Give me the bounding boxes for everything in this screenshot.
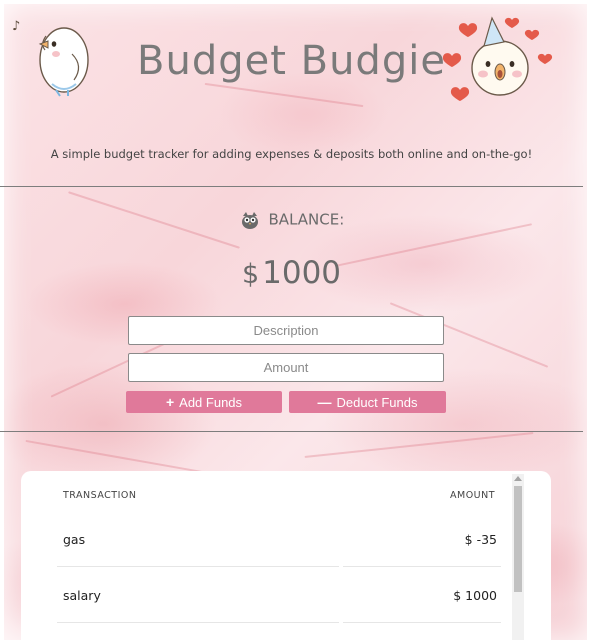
column-header-amount: AMOUNT (450, 490, 496, 501)
amount-input[interactable] (128, 353, 444, 382)
balance-label: BALANCE: (268, 210, 345, 229)
minus-icon: — (317, 394, 332, 410)
add-funds-button[interactable]: + Add Funds (126, 391, 282, 413)
table-row-amount: $ -35 (464, 532, 497, 547)
column-header-transaction: TRANSACTION (63, 490, 137, 501)
scroll-up-arrow-icon[interactable] (514, 476, 522, 481)
deduct-funds-label: Deduct Funds (336, 394, 418, 410)
divider-top (0, 186, 583, 187)
divider-bottom (0, 431, 583, 432)
budgie-mascot-right (442, 16, 553, 101)
balance-amount: 1000 (262, 255, 342, 291)
add-funds-label: Add Funds (179, 394, 243, 410)
description-input[interactable] (128, 316, 444, 345)
deduct-funds-button[interactable]: — Deduct Funds (289, 391, 446, 413)
svg-text:♪: ♪ (12, 19, 20, 34)
row-divider (57, 566, 501, 567)
row-divider (57, 622, 501, 623)
table-row-transaction: gas (63, 532, 86, 547)
balance-label-row: BALANCE: (0, 210, 583, 230)
owl-icon (241, 212, 258, 229)
currency-symbol: $ (241, 259, 260, 290)
plus-icon: + (165, 394, 175, 410)
table-row-transaction: salary (63, 588, 101, 603)
table-row-amount: $ 1000 (453, 588, 497, 603)
scrollbar-thumb[interactable] (514, 486, 522, 592)
balance-display: $1000 (0, 255, 583, 291)
tagline: A simple budget tracker for adding expen… (50, 147, 533, 161)
